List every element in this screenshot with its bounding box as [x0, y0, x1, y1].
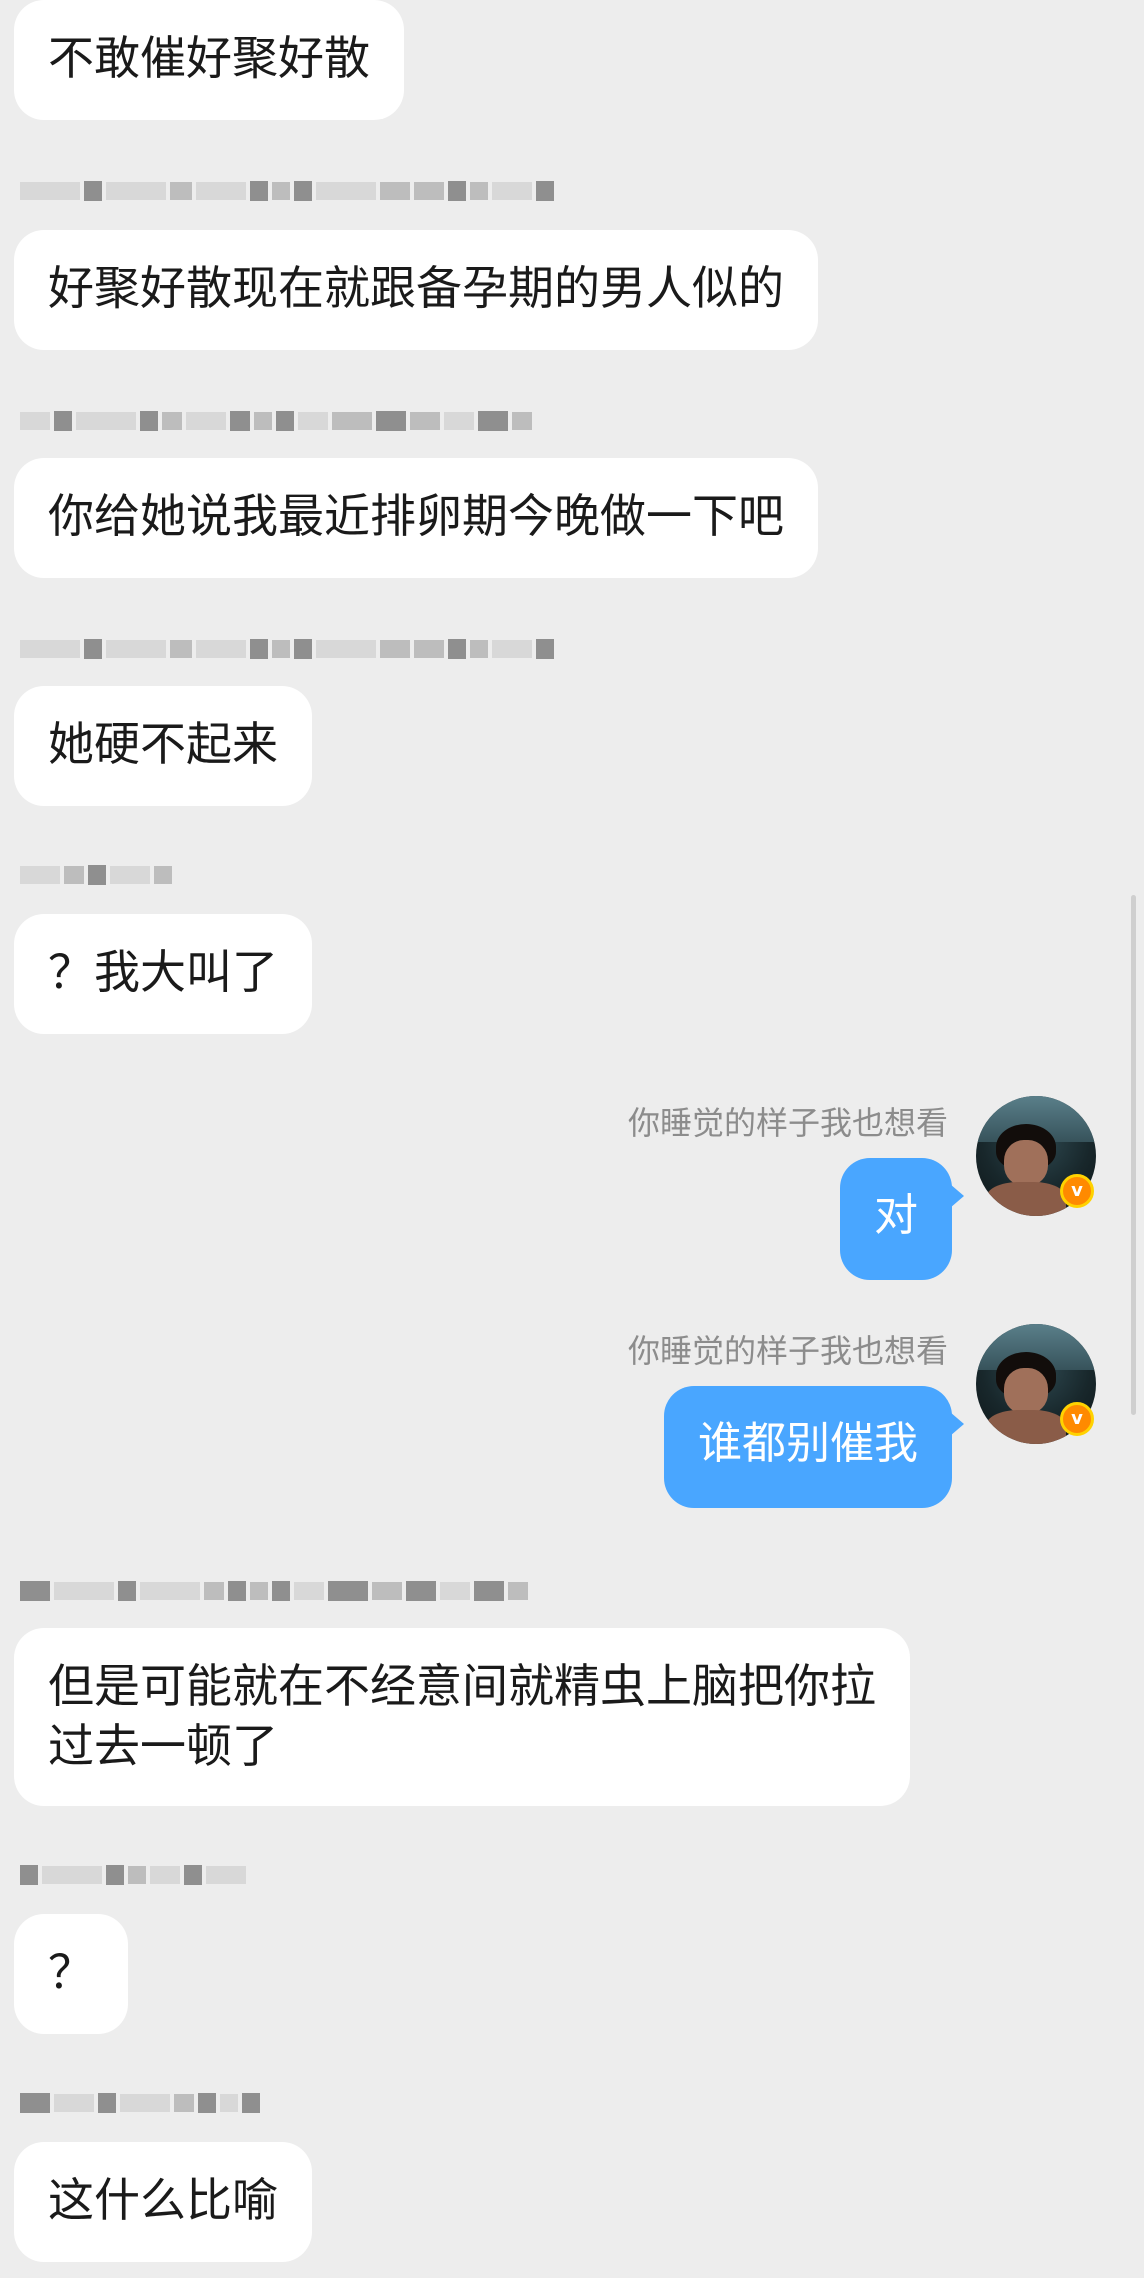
- message-text: ？: [48, 1945, 94, 1999]
- message-bubble-incoming[interactable]: ？: [14, 1914, 128, 2034]
- message-bubble-incoming[interactable]: 你给她说我最近排卵期今晚做一下吧: [14, 458, 818, 578]
- v-verified-badge-icon: v: [1060, 1402, 1094, 1436]
- message-bubble-incoming[interactable]: 她硬不起来: [14, 686, 312, 806]
- censored-sender-name: [20, 862, 172, 888]
- user-avatar[interactable]: v: [976, 1096, 1096, 1216]
- censored-sender-name: [20, 1862, 246, 1888]
- v-verified-badge-icon: v: [1060, 1174, 1094, 1208]
- message-bubble-outgoing[interactable]: 谁都别催我: [664, 1386, 964, 1508]
- censored-sender-name: [20, 408, 532, 434]
- censored-sender-name: [20, 636, 554, 662]
- message-text: 这什么比喻: [48, 2173, 278, 2227]
- message-text: 好聚好散现在就跟备孕期的男人似的: [48, 261, 784, 315]
- message-text: 对: [874, 1190, 918, 1241]
- message-text: 她硬不起来: [48, 717, 278, 771]
- message-text-line: 但是可能就在不经意间就精虫上脑把你拉: [48, 1659, 876, 1713]
- message-bubble-incoming[interactable]: 好聚好散现在就跟备孕期的男人似的: [14, 230, 818, 350]
- censored-sender-name: [20, 2090, 260, 2116]
- message-text: 谁都别催我: [698, 1418, 918, 1469]
- message-bubble-incoming[interactable]: 但是可能就在不经意间就精虫上脑把你拉 过去一顿了: [14, 1628, 910, 1806]
- scrollbar[interactable]: [1131, 895, 1136, 1415]
- message-bubble-incoming[interactable]: ？我大叫了: [14, 914, 312, 1034]
- chat-screen: { "messages": [ {"side": "incoming", "te…: [0, 0, 1144, 2278]
- censored-sender-name: [20, 1578, 528, 1604]
- sender-name: 你睡觉的样子我也想看: [627, 1332, 948, 1370]
- message-text-line: 过去一顿了: [48, 1719, 278, 1773]
- censored-sender-name: [20, 178, 554, 204]
- message-bubble-incoming[interactable]: 不敢催好聚好散: [14, 0, 404, 120]
- sender-name: 你睡觉的样子我也想看: [627, 1104, 948, 1142]
- message-text: 你给她说我最近排卵期今晚做一下吧: [48, 489, 784, 543]
- user-avatar[interactable]: v: [976, 1324, 1096, 1444]
- message-bubble-outgoing[interactable]: 对: [840, 1158, 964, 1280]
- message-text: ？我大叫了: [48, 945, 278, 999]
- message-text: 不敢催好聚好散: [48, 31, 370, 85]
- message-bubble-incoming[interactable]: 这什么比喻: [14, 2142, 312, 2262]
